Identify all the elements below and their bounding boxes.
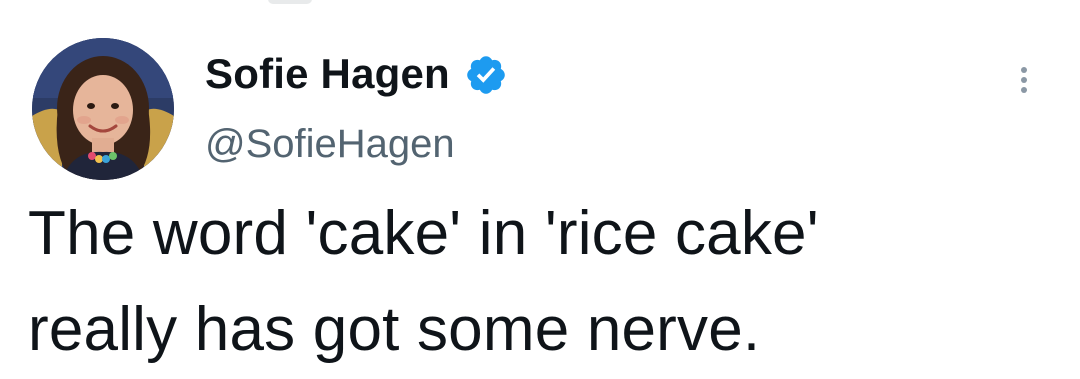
- author-name-row: Sofie Hagen: [205, 46, 508, 102]
- tweet-text-line: The word 'cake' in 'rice cake': [28, 199, 819, 268]
- cropped-element-remnant: [268, 0, 312, 4]
- more-dot: [1021, 87, 1027, 93]
- tweet-text: The word 'cake' in 'rice cake' really ha…: [28, 186, 1068, 378]
- avatar-image: [32, 38, 174, 180]
- tweet-text-line: really has got some nerve.: [28, 295, 761, 364]
- tweet-card: Sofie Hagen @SofieHagen The word 'cake' …: [0, 0, 1080, 379]
- author-display-name[interactable]: Sofie Hagen: [205, 53, 450, 95]
- avatar[interactable]: [32, 38, 174, 180]
- author-handle[interactable]: @SofieHagen: [205, 124, 455, 164]
- verified-badge-icon: [467, 56, 505, 94]
- more-options-icon[interactable]: [1004, 60, 1044, 100]
- more-dot: [1021, 67, 1027, 73]
- more-dot: [1021, 77, 1027, 83]
